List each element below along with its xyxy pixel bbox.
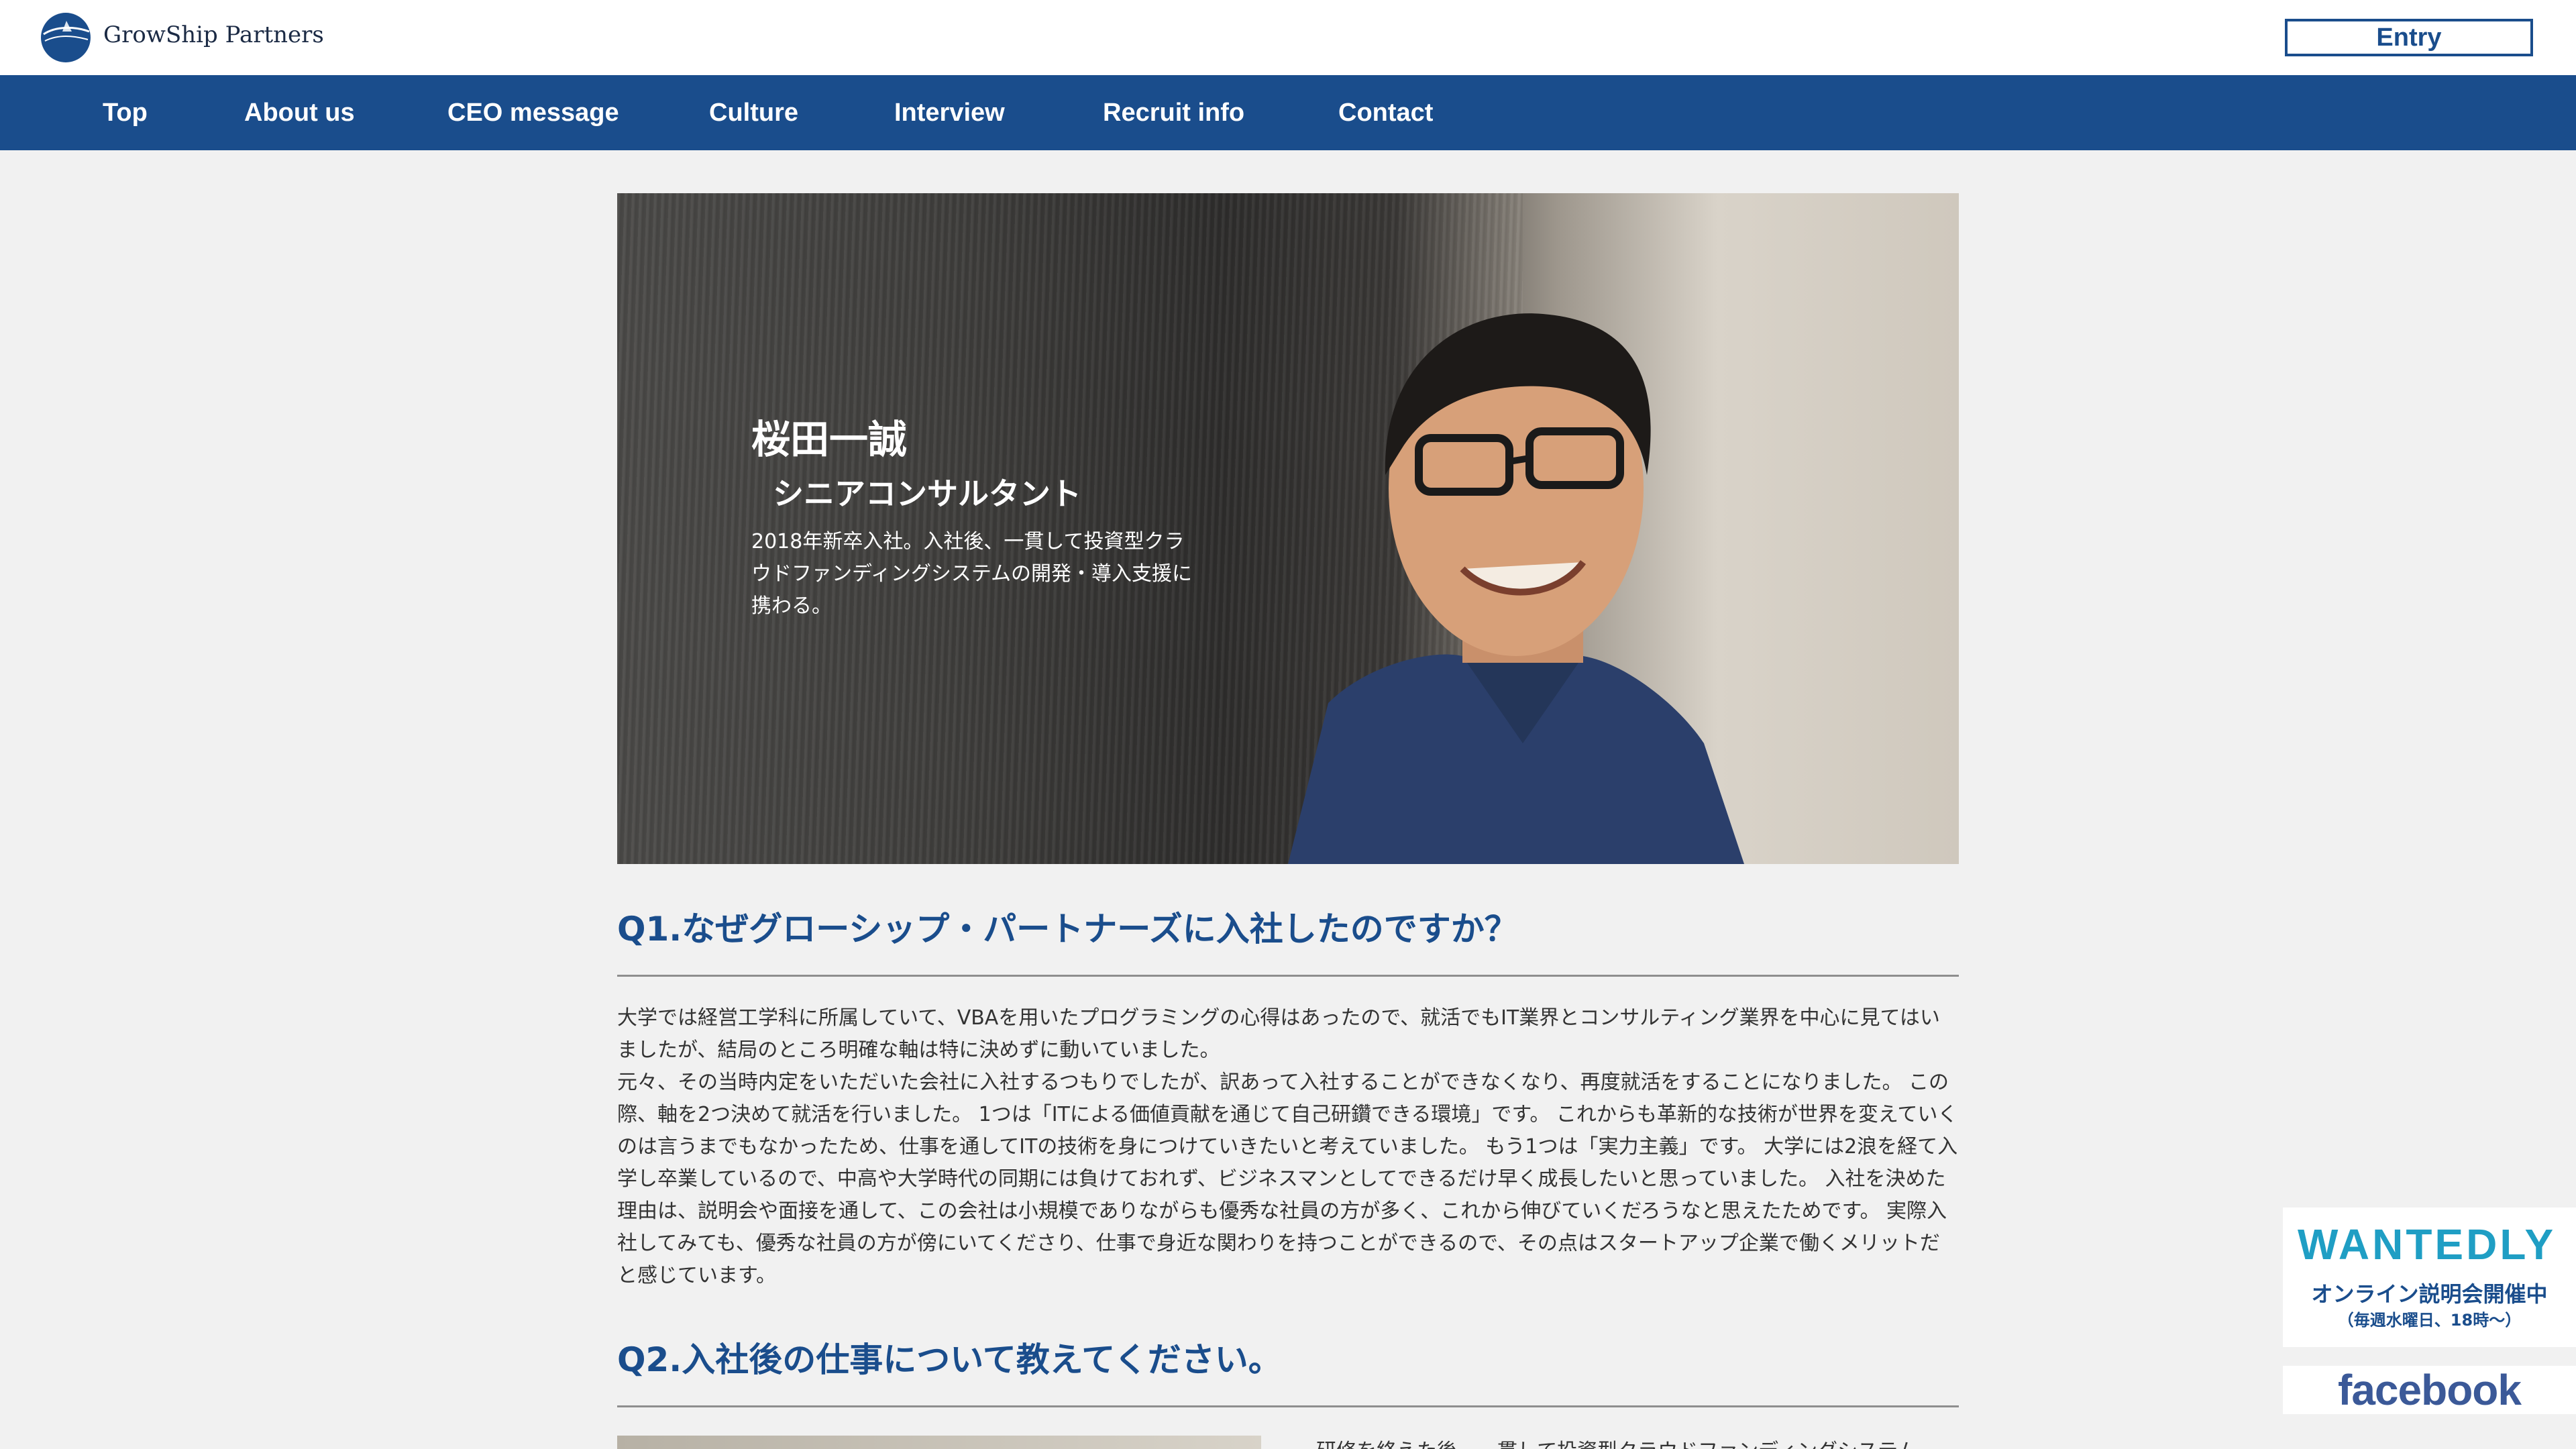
nav-item-about-us[interactable]: About us	[244, 75, 355, 150]
hero-banner: 桜田一誠 シニアコンサルタント 2018年新卒入社。入社後、一貫して投資型クラウ…	[617, 193, 1959, 864]
employee-role: シニアコンサルタント	[773, 476, 1081, 512]
employee-description: 2018年新卒入社。入社後、一貫して投資型クラウドファンディングシステムの開発・…	[751, 530, 1192, 618]
q2-answer-start: 研修を終えた後、一貫して投資型クラウドファンディングシステム	[1316, 1436, 1960, 1449]
employee-name: 桜田一誠	[751, 417, 908, 462]
nav-item-contact[interactable]: Contact	[1338, 75, 1433, 150]
q1-answer: 大学では経営工学科に所属していて、VBAを用いたプログラミングの心得はあったので…	[617, 1002, 1959, 1292]
wantedly-banner[interactable]: WANTEDLY オンライン説明会開催中 （毎週水曜日、18時〜）	[2283, 1208, 2576, 1347]
growship-logo-icon[interactable]	[40, 11, 92, 64]
wantedly-logo: WANTEDLY	[2298, 1220, 2557, 1269]
q1-paragraph: 元々、その当時内定をいただいた会社に入社するつもりでしたが、訳あって入社すること…	[617, 1071, 1958, 1287]
entry-button[interactable]: Entry	[2285, 19, 2533, 56]
nav-item-ceo-message[interactable]: CEO message	[447, 75, 619, 150]
wantedly-briefing-label: オンライン説明会開催中	[2311, 1281, 2548, 1307]
q1-heading: Q1.なぜグローシップ・パートナーズに入社したのですか？	[617, 910, 1518, 949]
wantedly-schedule-label: （毎週水曜日、18時〜）	[2337, 1311, 2522, 1330]
logo-wordmark[interactable]: GrowShip Partners	[103, 21, 324, 48]
facebook-logo: facebook	[2338, 1366, 2522, 1414]
nav-item-top[interactable]: Top	[103, 75, 148, 150]
q2-divider	[617, 1405, 1959, 1407]
q2-photo	[617, 1436, 1261, 1449]
q1-divider	[617, 975, 1959, 977]
main-nav: Top About us CEO message Culture Intervi…	[0, 75, 2576, 150]
site-header: GrowShip Partners Entry	[0, 0, 2576, 75]
nav-item-culture[interactable]: Culture	[709, 75, 798, 150]
q2-heading: Q2.入社後の仕事について教えてください。	[617, 1340, 1282, 1379]
q1-paragraph: 大学では経営工学科に所属していて、VBAを用いたプログラミングの心得はあったので…	[617, 1006, 1940, 1062]
nav-item-interview[interactable]: Interview	[894, 75, 1005, 150]
employee-portrait	[1288, 313, 1744, 864]
nav-item-recruit-info[interactable]: Recruit info	[1103, 75, 1244, 150]
facebook-banner[interactable]: facebook	[2283, 1366, 2576, 1414]
